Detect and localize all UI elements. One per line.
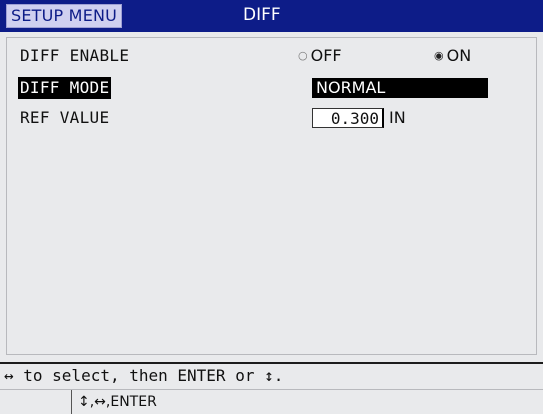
settings-panel: DIFF ENABLE ○ OFF ◉ ON DIFF MODE NORMAL RE… — [6, 37, 537, 355]
diff-enable-off-label: OFF — [310, 46, 342, 65]
diff-mode-label: DIFF MODE — [18, 77, 112, 99]
help-bar: ↔ to select, then ENTER or ↕. — [0, 362, 543, 388]
radio-on-icon: ◉ — [434, 49, 444, 62]
title-bar: SETUP MENU DIFF — [0, 0, 543, 32]
radio-off-icon: ○ — [298, 49, 308, 62]
diff-enable-on-label: ON — [446, 46, 472, 65]
status-bar: ↕,↔,ENTER — [0, 389, 543, 414]
ref-value-unit: IN — [389, 108, 406, 127]
ref-value-input[interactable]: 0.300 — [312, 108, 384, 128]
screen-title: DIFF — [243, 5, 281, 25]
setup-menu-label[interactable]: SETUP MENU — [6, 4, 123, 28]
device-screen: SETUP MENU DIFF DIFF ENABLE ○ OFF ◉ ON DIF… — [0, 0, 543, 414]
diff-enable-on-option[interactable]: ◉ ON — [434, 45, 471, 67]
ref-value-label: REF VALUE — [20, 108, 110, 127]
diff-mode-select[interactable]: NORMAL — [312, 78, 488, 98]
diff-enable-off-option[interactable]: ○ OFF — [298, 45, 342, 67]
diff-enable-label: DIFF ENABLE — [20, 46, 130, 65]
key-hint: ↕,↔,ENTER — [71, 390, 157, 414]
